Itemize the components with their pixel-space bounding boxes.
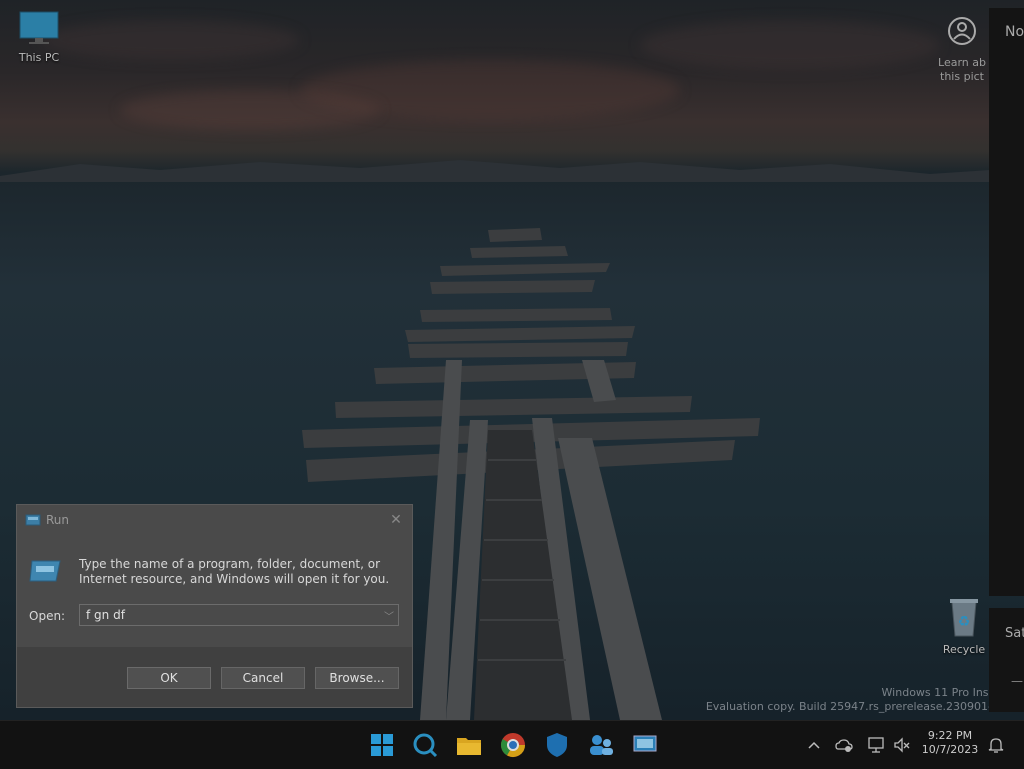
- clock-date: 10/7/2023: [921, 743, 979, 756]
- notifications-title: No: [1005, 24, 1024, 40]
- start-icon[interactable]: [368, 731, 396, 759]
- file-explorer-icon[interactable]: [455, 731, 483, 759]
- cancel-button[interactable]: Cancel: [221, 667, 305, 689]
- calendar-panel: Sat —: [989, 608, 1024, 712]
- learn-text-line2: this pict: [940, 70, 984, 83]
- clock-time: 9:22 PM: [927, 729, 973, 742]
- notification-center-panel: No: [989, 8, 1024, 596]
- run-program-icon: [29, 560, 61, 582]
- open-input-value[interactable]: f gn df: [86, 608, 125, 622]
- ok-button[interactable]: OK: [127, 667, 211, 689]
- chevron-down-icon[interactable]: ﹀: [384, 608, 394, 623]
- desktop-icon-recycle-bin[interactable]: ♻ Recycle: [938, 596, 990, 656]
- camera-location-icon: [948, 17, 976, 45]
- taskbar: 9:22 PM 10/7/2023: [0, 720, 1024, 769]
- browse-button[interactable]: Browse...: [315, 667, 399, 689]
- volume-muted-icon[interactable]: [892, 735, 912, 755]
- run-titlebar[interactable]: Run ✕: [17, 505, 412, 535]
- monitor-icon: [19, 11, 59, 44]
- run-title: Run: [46, 513, 70, 527]
- recycle-bin-icon: ♻: [950, 599, 978, 637]
- watermark-line2: Evaluation copy. Build 25947.rs_prerelea…: [705, 700, 1020, 713]
- windows-watermark: Windows 11 Pro Insider P Evaluation copy…: [706, 686, 1020, 714]
- svg-text:♻: ♻: [958, 614, 971, 630]
- desktop-icon-label: This PC: [18, 51, 60, 64]
- learn-text-line1: Learn ab: [938, 56, 986, 69]
- learn-about-picture[interactable]: Learn ab this pict: [935, 10, 989, 84]
- close-button[interactable]: ✕: [386, 510, 406, 530]
- people-icon[interactable]: [587, 731, 615, 759]
- desktop-icon-label: Recycle: [942, 643, 986, 656]
- notification-bell-icon[interactable]: [986, 735, 1006, 755]
- chrome-icon[interactable]: [499, 731, 527, 759]
- run-description: Type the name of a program, folder, docu…: [79, 557, 390, 586]
- search-icon[interactable]: [411, 731, 439, 759]
- open-combobox[interactable]: f gn df ﹀: [79, 604, 399, 626]
- defender-shield-icon[interactable]: [543, 731, 571, 759]
- run-footer: OK Cancel Browse...: [17, 647, 412, 707]
- calendar-collapse-button[interactable]: —: [1011, 674, 1023, 688]
- onedrive-icon[interactable]: [834, 735, 854, 755]
- open-label: Open:: [29, 609, 66, 623]
- run-dialog: Run ✕ Type the name of a program, folder…: [16, 504, 413, 708]
- remote-desktop-icon[interactable]: [631, 731, 659, 759]
- desktop-icon-this-pc[interactable]: This PC: [14, 10, 64, 64]
- watermark-line1: Windows 11 Pro Insider P: [881, 686, 1020, 699]
- run-app-icon: [25, 514, 41, 526]
- network-icon[interactable]: [866, 735, 886, 755]
- calendar-date-title: Sat: [1005, 626, 1024, 641]
- taskbar-clock[interactable]: 9:22 PM 10/7/2023: [918, 729, 982, 757]
- chevron-up-icon[interactable]: [804, 735, 824, 755]
